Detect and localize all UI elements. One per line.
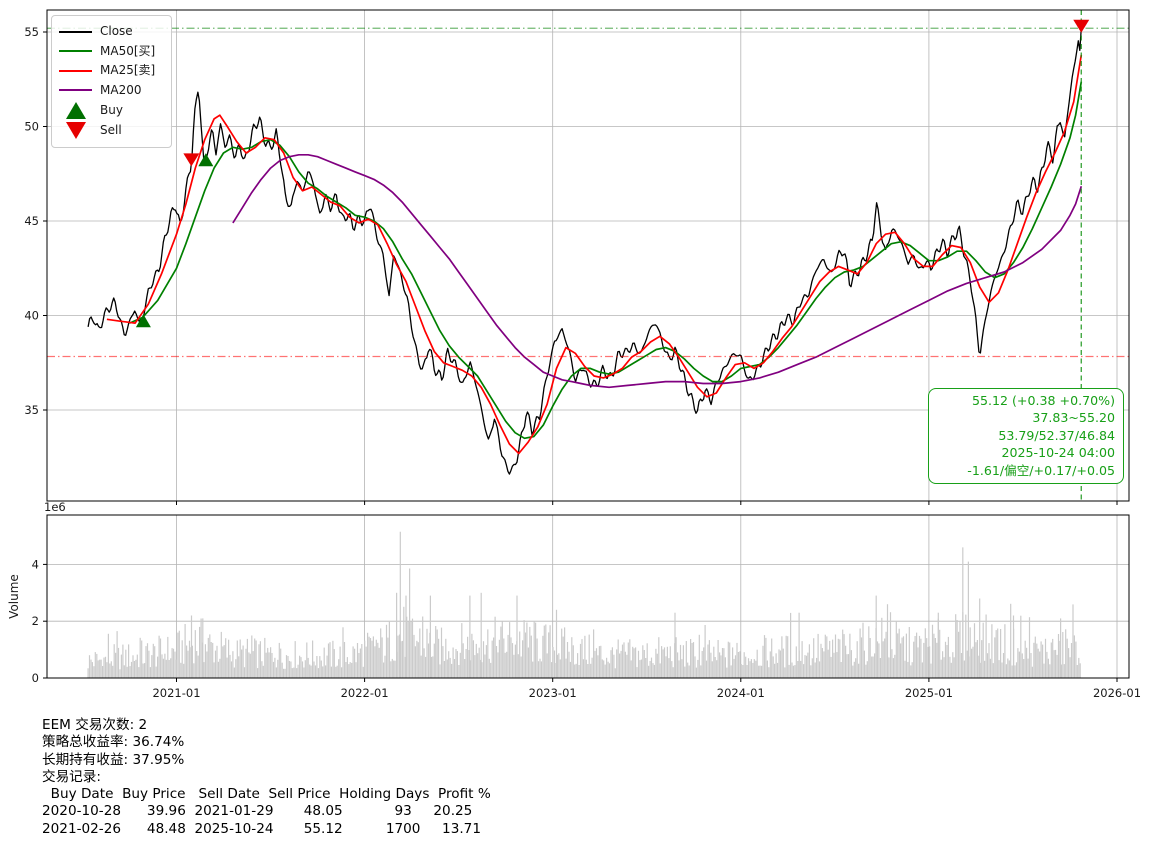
legend-item-close: Close	[59, 22, 163, 42]
volume-offset-label: 1e6	[44, 500, 66, 514]
svg-text:2023-01: 2023-01	[529, 686, 577, 700]
annotation-price-line: 55.12 (+0.38 +0.70%)	[937, 392, 1115, 409]
price-volume-plot: 35 40 45 50 55 0 2 4 2021-01 2022-01 2023-01 2024-0…	[0, 0, 1152, 710]
svg-text:50: 50	[24, 120, 39, 134]
legend-label: MA25[卖]	[100, 61, 155, 81]
trade-table-row: 2020-10-28 39.96 2021-01-29 48.05 93 20.…	[42, 803, 491, 820]
grid-lines	[47, 10, 1129, 678]
svg-text:2026-01: 2026-01	[1093, 686, 1141, 700]
legend-item-buy: Buy	[59, 100, 163, 121]
svg-text:2: 2	[32, 614, 39, 628]
chart-legend: Close MA50[买] MA25[卖] MA200 Buy Sell	[51, 15, 172, 148]
trade-count-line: EEM 交易次数: 2	[42, 717, 491, 734]
svg-text:40: 40	[24, 309, 39, 323]
legend-label: Sell	[100, 121, 122, 141]
volume-axis-label: Volume	[7, 574, 21, 619]
volume-bars	[88, 532, 1080, 678]
strategy-chart-figure: 35 40 45 50 55 0 2 4 2021-01 2022-01 2023-01 2024-0…	[0, 0, 1152, 860]
trade-record-title: 交易记录:	[42, 769, 491, 786]
svg-text:2021-01: 2021-01	[152, 686, 200, 700]
svg-text:4: 4	[32, 557, 39, 571]
legend-item-sell: Sell	[59, 121, 163, 142]
trade-table-row: 2021-02-26 48.48 2025-10-24 55.12 1700 1…	[42, 821, 491, 838]
annotation-date-line: 2025-10-24 04:00	[937, 444, 1115, 461]
strategy-return-line: 策略总收益率: 36.74%	[42, 734, 491, 751]
axes-spines	[43, 10, 1129, 682]
buy-triangle-icon	[59, 102, 92, 119]
svg-text:2022-01: 2022-01	[341, 686, 389, 700]
legend-label: MA50[买]	[100, 42, 155, 62]
svg-text:2025-01: 2025-01	[905, 686, 953, 700]
sell-markers	[183, 20, 1089, 167]
svg-text:45: 45	[24, 214, 39, 228]
svg-text:2024-01: 2024-01	[717, 686, 765, 700]
close-line-icon	[59, 31, 92, 33]
legend-label: Buy	[100, 101, 123, 121]
strategy-stats-block: EEM 交易次数: 2 策略总收益率: 36.74% 长期持有收益: 37.95…	[42, 717, 491, 838]
annotation-ma-line: 53.79/52.37/46.84	[937, 427, 1115, 444]
annotation-signal-line: -1.61/偏空/+0.17/+0.05	[937, 462, 1115, 479]
legend-label: MA200	[100, 81, 141, 101]
legend-item-ma50: MA50[买]	[59, 42, 163, 62]
ma25-line-icon	[59, 70, 92, 72]
ma200-line	[233, 155, 1081, 387]
ma200-line-icon	[59, 89, 92, 91]
trade-table-header: Buy Date Buy Price Sell Date Sell Price …	[42, 786, 491, 803]
legend-item-ma200: MA200	[59, 81, 163, 101]
hold-return-line: 长期持有收益: 37.95%	[42, 752, 491, 769]
annotation-range-line: 37.83~55.20	[937, 409, 1115, 426]
quote-annotation-box: 55.12 (+0.38 +0.70%) 37.83~55.20 53.79/5…	[928, 388, 1124, 484]
sell-triangle-icon	[59, 122, 92, 139]
legend-label: Close	[100, 22, 133, 42]
legend-item-ma25: MA25[卖]	[59, 61, 163, 81]
svg-text:55: 55	[24, 25, 39, 39]
ma50-line-icon	[59, 50, 92, 52]
svg-text:0: 0	[32, 671, 39, 685]
svg-text:35: 35	[24, 403, 39, 417]
